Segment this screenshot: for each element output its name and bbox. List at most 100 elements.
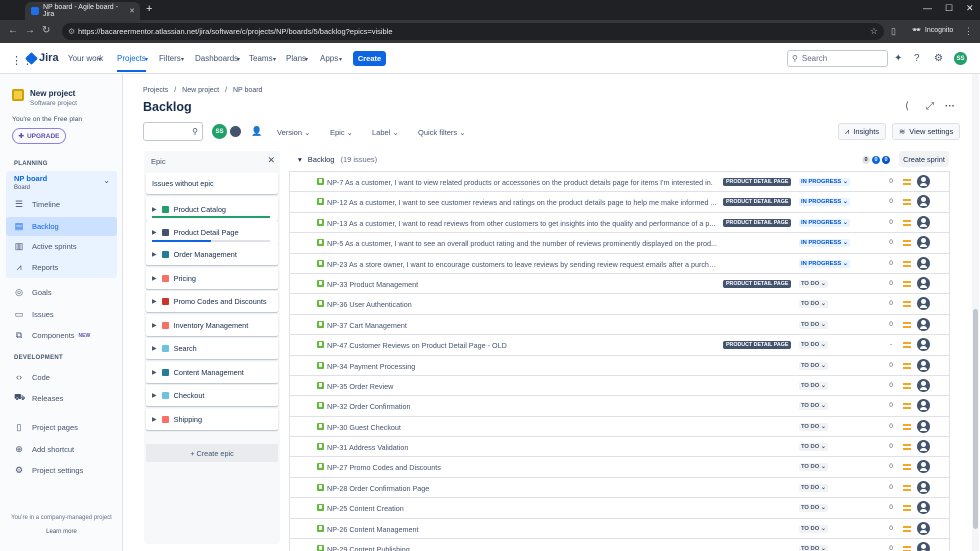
close-tab-icon[interactable]: ✕	[129, 7, 135, 15]
story-points[interactable]: 0	[887, 463, 895, 470]
story-points[interactable]: 0	[887, 443, 895, 450]
sidebar-item-active-sprints[interactable]: ▥ Active sprints	[14, 241, 77, 252]
epic-card[interactable]: ▶ Product Catalog	[146, 197, 278, 221]
issue-summary[interactable]: NP-23 As a store owner, I want to encour…	[327, 260, 717, 269]
learn-more-link[interactable]: Learn more	[0, 529, 123, 535]
close-window-icon[interactable]: ✕	[966, 3, 974, 14]
issue-summary[interactable]: NP-33 Product Management	[327, 280, 717, 289]
epic-card[interactable]: ▶ Order Management	[146, 244, 278, 265]
reload-icon[interactable]: ↻	[42, 25, 50, 36]
create-epic-button[interactable]: + Create epic	[146, 444, 278, 462]
story-points[interactable]: 0	[887, 484, 895, 491]
issue-summary[interactable]: NP-34 Payment Processing	[327, 362, 717, 371]
chevron-right-icon[interactable]: ▶	[152, 345, 157, 352]
issue-row[interactable]: NP-27 Promo Codes and Discounts TO DO ⌄ 0	[290, 457, 949, 478]
issue-summary[interactable]: NP-13 As a customer, I want to read revi…	[327, 219, 717, 228]
epic-filter[interactable]: Epic ⌄	[330, 128, 353, 137]
issues-without-epic[interactable]: Issues without epic	[146, 173, 278, 194]
nav-plans[interactable]: Plans	[286, 54, 306, 63]
issue-epic-label[interactable]: PRODUCT DETAIL PAGE	[723, 198, 792, 207]
create-sprint-button[interactable]: Create sprint	[899, 151, 949, 167]
issue-row[interactable]: NP-37 Cart Management TO DO ⌄ 0	[290, 314, 949, 336]
issue-summary[interactable]: NP-27 Promo Codes and Discounts	[327, 463, 717, 472]
new-tab-icon[interactable]: +	[146, 3, 152, 15]
backlog-search-input[interactable]: ⚲	[143, 122, 203, 141]
assignee-avatar-icon[interactable]	[917, 480, 930, 494]
issue-row[interactable]: NP-35 Order Review TO DO ⌄ 0	[290, 375, 949, 397]
issue-row[interactable]: NP-30 Guest Checkout TO DO ⌄ 0	[290, 416, 949, 438]
issue-status-dropdown[interactable]: TO DO ⌄	[799, 524, 828, 533]
issue-summary[interactable]: NP-31 Address Validation	[327, 443, 717, 452]
assignee-avatar-icon[interactable]	[917, 378, 930, 392]
issue-status-dropdown[interactable]: TO DO ⌄	[799, 504, 828, 513]
assignee-avatar-icon[interactable]	[917, 256, 930, 270]
story-points[interactable]: 0	[887, 525, 895, 532]
chevron-right-icon[interactable]: ▶	[152, 369, 157, 376]
issue-status-dropdown[interactable]: TO DO ⌄	[799, 443, 828, 452]
epic-card[interactable]: ▶ Content Management	[146, 361, 278, 383]
sidebar-item-components[interactable]: ⧉ Components NEW	[14, 330, 90, 341]
issue-summary[interactable]: NP-7 As a customer, I want to view relat…	[327, 178, 717, 187]
insights-button[interactable]: ⩘ Insights	[838, 123, 887, 140]
label-filter[interactable]: Label ⌄	[372, 128, 399, 137]
create-button[interactable]: Create	[353, 51, 386, 66]
nav-projects[interactable]: Projects	[117, 54, 146, 72]
epic-card[interactable]: ▶ Inventory Management	[146, 314, 278, 336]
issue-status-dropdown[interactable]: TO DO ⌄	[799, 361, 828, 370]
nav-apps[interactable]: Apps	[320, 54, 338, 63]
user-avatar[interactable]: SS	[954, 52, 967, 65]
avatar-filter-ss[interactable]: SS	[212, 124, 227, 139]
issue-status-dropdown[interactable]: IN PROGRESS ⌄	[799, 259, 850, 268]
backlog-header[interactable]: ▾ Backlog (19 issues)	[298, 155, 377, 164]
story-points[interactable]: 0	[887, 260, 895, 267]
story-points[interactable]: 0	[887, 504, 895, 511]
issue-summary[interactable]: NP-12 As a customer, I want to see custo…	[327, 198, 717, 207]
issue-row[interactable]: NP-36 User Authentication TO DO ⌄ 0	[290, 294, 949, 315]
assignee-avatar-icon[interactable]	[917, 521, 930, 535]
help-icon[interactable]: ?	[914, 53, 920, 64]
nav-teams[interactable]: Teams	[249, 54, 273, 63]
page-scrollbar[interactable]	[972, 74, 979, 551]
issue-row[interactable]: NP-25 Content Creation TO DO ⌄ 0	[290, 498, 949, 519]
issue-status-dropdown[interactable]: TO DO ⌄	[799, 463, 828, 472]
assignee-avatar-icon[interactable]	[917, 501, 930, 515]
scrollbar-thumb[interactable]	[973, 309, 978, 529]
assignee-avatar-icon[interactable]	[917, 195, 930, 209]
issue-row[interactable]: NP-26 Content Management TO DO ⌄ 0	[290, 518, 949, 540]
add-people-icon[interactable]: 👤	[251, 126, 262, 137]
assignee-avatar-icon[interactable]	[917, 175, 930, 188]
url-input[interactable]: ⚙ https://bacareermentor.atlassian.net/j…	[62, 23, 884, 40]
issue-summary[interactable]: NP-35 Order Review	[327, 382, 717, 391]
bookmark-star-icon[interactable]: ☆	[870, 26, 878, 37]
sidebar-item-add-shortcut[interactable]: ⊕ Add shortcut	[14, 444, 74, 455]
issue-row[interactable]: NP-31 Address Validation TO DO ⌄ 0	[290, 437, 949, 458]
breadcrumb-projects[interactable]: Projects	[143, 87, 168, 94]
issue-status-dropdown[interactable]: TO DO ⌄	[799, 422, 828, 431]
project-header[interactable]: New project Software project	[12, 89, 77, 107]
avatar-filter-unassigned[interactable]	[228, 124, 243, 139]
issue-status-dropdown[interactable]: TO DO ⌄	[799, 381, 828, 390]
story-points[interactable]: 0	[887, 280, 895, 287]
issue-summary[interactable]: NP-29 Content Publishing	[327, 545, 717, 551]
issue-row[interactable]: NP-32 Order Confirmation TO DO ⌄ 0	[290, 396, 949, 417]
issue-summary[interactable]: NP-47 Customer Reviews on Product Detail…	[327, 341, 717, 350]
issue-summary[interactable]: NP-5 As a customer, I want to see an ove…	[327, 239, 717, 248]
sidebar-item-releases[interactable]: ⛟ Releases	[14, 392, 63, 404]
issue-row[interactable]: NP-23 As a store owner, I want to encour…	[290, 253, 949, 274]
chevron-right-icon[interactable]: ▶	[152, 275, 157, 282]
assignee-avatar-icon[interactable]	[917, 338, 930, 352]
issue-row[interactable]: NP-5 As a customer, I want to see an ove…	[290, 233, 949, 254]
browser-menu-icon[interactable]: ⋮	[964, 26, 973, 37]
assignee-avatar-icon[interactable]	[917, 317, 930, 331]
issue-row[interactable]: NP-28 Order Confirmation Page TO DO ⌄ 0	[290, 477, 949, 499]
more-actions-icon[interactable]: ···	[945, 101, 955, 112]
chevron-right-icon[interactable]: ▶	[152, 416, 157, 423]
version-filter[interactable]: Version ⌄	[277, 128, 310, 137]
story-points[interactable]: -	[887, 341, 895, 348]
issue-status-dropdown[interactable]: IN PROGRESS ⌄	[799, 178, 850, 186]
story-points[interactable]: 0	[887, 402, 895, 409]
sidebar-item-issues[interactable]: ▭ Issues	[14, 309, 54, 320]
breadcrumb-project[interactable]: New project	[182, 87, 219, 94]
story-points[interactable]: 0	[887, 300, 895, 307]
issue-summary[interactable]: NP-26 Content Management	[327, 525, 717, 534]
